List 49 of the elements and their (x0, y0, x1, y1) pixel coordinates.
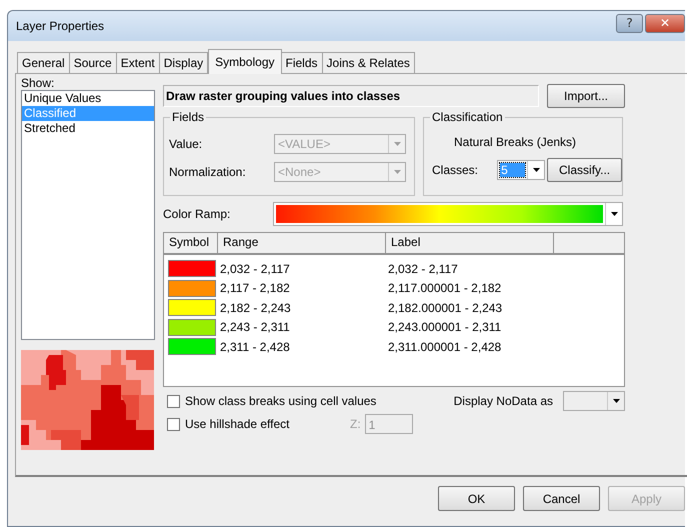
checkbox[interactable] (167, 418, 180, 430)
table-cell-text: 2,311.000001 - 2,428 (387, 340, 502, 354)
help-button[interactable]: ? (616, 14, 643, 32)
tab[interactable]: Fields (282, 52, 323, 73)
tab[interactable]: Source (70, 52, 117, 73)
description-text: Draw raster grouping values into classes (163, 85, 539, 107)
checkbox-label: Use hillshade effect (185, 417, 291, 431)
dropdown-arrow-icon (610, 212, 618, 216)
dialog-button[interactable]: Cancel (523, 486, 600, 511)
column-header[interactable]: Range (218, 233, 386, 253)
field-label: Value: (169, 137, 202, 151)
table-cell-text: 2,032 - 2,117 (219, 262, 291, 276)
field-label: Normalization: (169, 165, 246, 179)
group-title: Classification (430, 110, 505, 124)
checkbox[interactable] (167, 394, 180, 408)
classify-button[interactable]: Classify... (547, 158, 622, 182)
table-cell-text: 2,243.000001 - 2,311 (387, 320, 502, 334)
tab[interactable]: Joins & Relates (322, 52, 415, 73)
dropdown-arrow-icon (394, 142, 400, 146)
color-ramp-label: Color Ramp: (163, 207, 232, 221)
table-cell-text: 2,182 - 2,243 (219, 300, 292, 315)
table-cell-text: 2,243 - 2,311 (219, 320, 291, 334)
column-header[interactable]: Symbol (164, 233, 218, 253)
table-cell-text: 2,311 - 2,428 (219, 340, 291, 354)
dropdown-arrow-icon (532, 168, 540, 172)
table-cell-text: 2,117 - 2,182 (219, 281, 291, 296)
dropdown-arrow-icon (394, 170, 400, 174)
dropdown-arrow-icon (612, 399, 620, 403)
window-title: Layer Properties (16, 19, 104, 33)
import-button[interactable]: Import... (547, 84, 625, 108)
group-title: Fields (170, 110, 206, 124)
dialog-button[interactable]: OK (438, 486, 515, 511)
table-cell-text: 2,032 - 2,117 (387, 262, 459, 276)
checkbox-label: Show class breaks using cell values (185, 394, 376, 408)
table-cell-text: 2,117.000001 - 2,182 (387, 281, 502, 296)
list-item[interactable]: Unique Values (22, 91, 154, 106)
color-ramp-dropdown[interactable] (273, 202, 623, 226)
tab[interactable]: Display (160, 52, 208, 73)
z-label: Z: (350, 417, 361, 431)
method-text: Natural Breaks (Jenks) (453, 134, 578, 151)
column-header[interactable]: Label (386, 233, 554, 253)
nodata-label: Display NoData as (454, 394, 553, 408)
tab[interactable]: General (17, 52, 70, 73)
classes-label: Classes: (432, 163, 480, 177)
show-label: Show: (21, 76, 56, 90)
table-cell-text: 2,182.000001 - 2,243 (387, 300, 504, 315)
list-item[interactable]: Stretched (22, 121, 154, 136)
tab[interactable]: Symbology (208, 49, 282, 74)
tab[interactable]: Extent (116, 52, 160, 73)
